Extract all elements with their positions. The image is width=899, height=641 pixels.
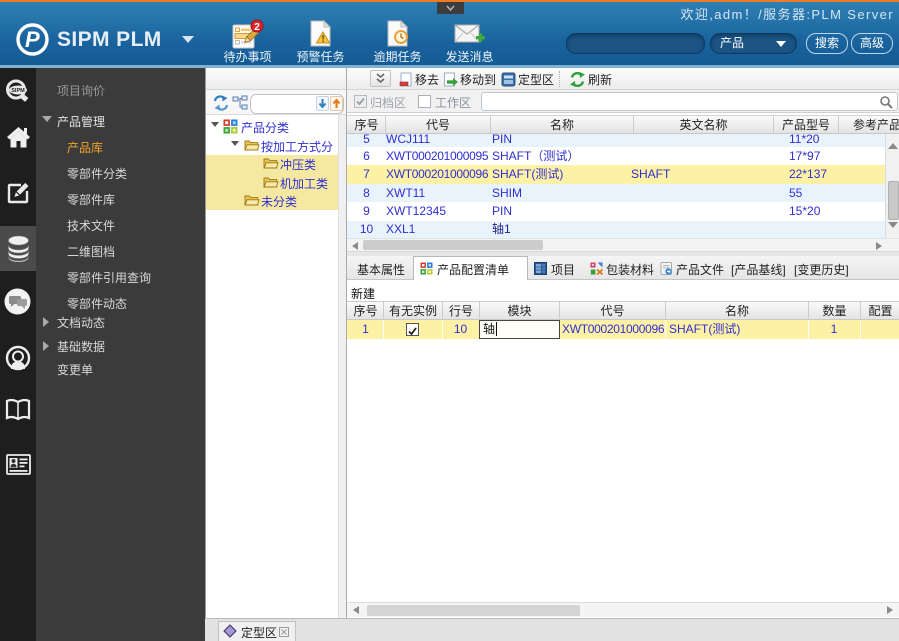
svg-text:SIPM: SIPM: [11, 88, 25, 94]
svg-text:2: 2: [254, 22, 260, 33]
svg-text:P: P: [25, 27, 40, 52]
